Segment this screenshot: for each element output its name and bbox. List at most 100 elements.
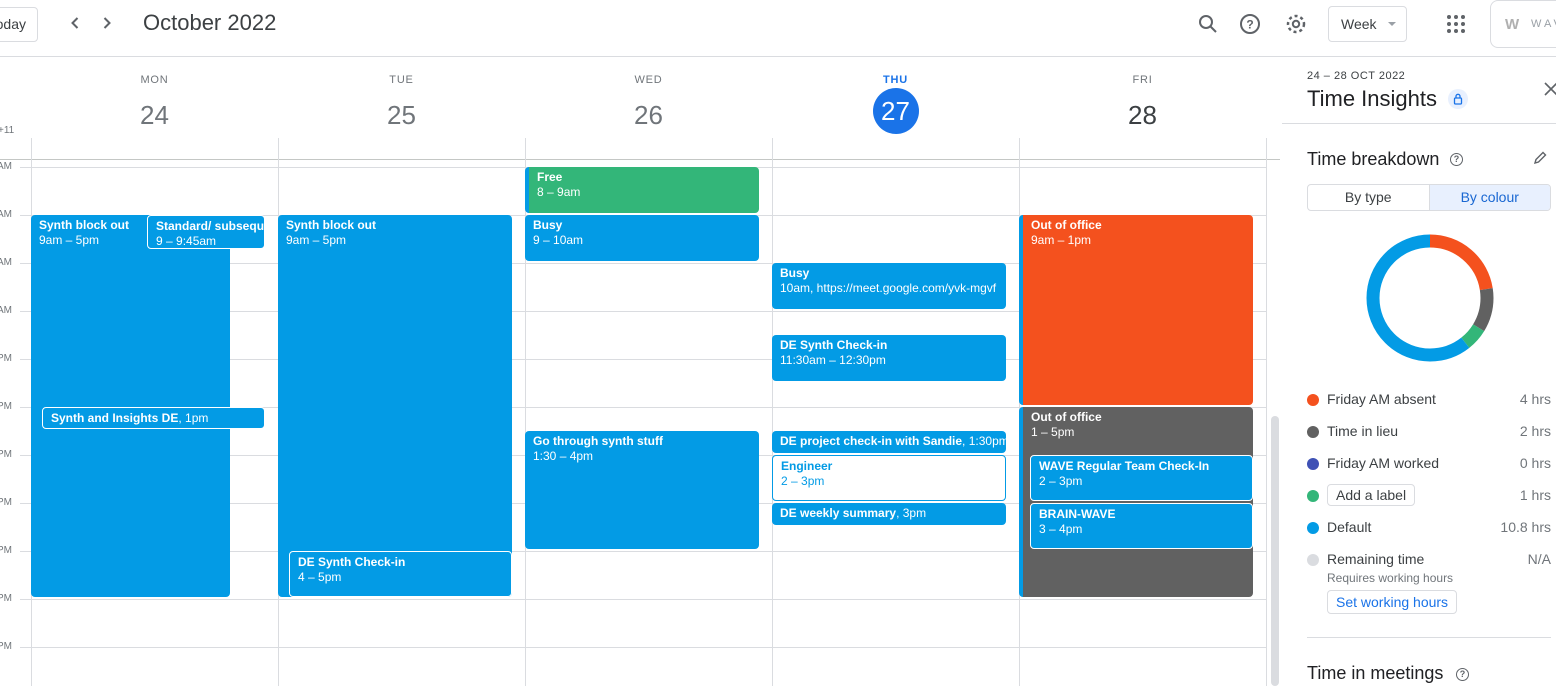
- event-title: Go through synth stuff: [533, 434, 663, 448]
- event-title: WAVE Regular Team Check-In: [1039, 459, 1210, 473]
- remaining-time-note: Requires working hours: [1327, 571, 1454, 585]
- calendar-event[interactable]: Engineer 2 – 3pm: [772, 455, 1006, 501]
- edit-button[interactable]: [1532, 150, 1548, 170]
- time-in-meetings-title: Time in meetings: [1307, 663, 1444, 683]
- event-title: Busy: [780, 266, 810, 280]
- legend-remaining-time: Remaining time N/A: [1307, 548, 1551, 572]
- week-grid[interactable]: AM AM AM AM PM PM PM PM PM PM PM Synth block out 9am…: [0, 138, 1280, 686]
- prev-week-button[interactable]: [63, 11, 87, 35]
- svg-text:?: ?: [1246, 18, 1253, 32]
- legend-dot: [1307, 554, 1319, 566]
- hour-label: PM: [0, 497, 12, 508]
- calendar-event[interactable]: Synth block out 9am – 5pm: [278, 215, 512, 597]
- legend-row: Friday AM worked 0 hrs: [1307, 452, 1551, 476]
- hour-label: AM: [0, 305, 12, 316]
- day-header-fri[interactable]: FRI 28: [1019, 58, 1266, 138]
- all-day-divider: [0, 159, 1280, 160]
- set-working-hours-button[interactable]: Set working hours: [1327, 590, 1458, 614]
- legend-value: 4 hrs: [1519, 391, 1551, 407]
- event-separator: ,: [962, 434, 969, 448]
- calendar-event[interactable]: BRAIN-WAVE 3 – 4pm: [1030, 503, 1253, 549]
- calendar-event[interactable]: Go through synth stuff 1:30 – 4pm: [525, 431, 759, 549]
- day-number[interactable]: 25: [278, 92, 525, 138]
- calendar-event[interactable]: DE Synth Check-in 4 – 5pm: [289, 551, 512, 597]
- event-title: DE project check-in with Sandie: [780, 434, 963, 448]
- legend-dot: [1307, 490, 1319, 502]
- view-selector[interactable]: Week: [1328, 6, 1407, 42]
- event-separator: ,: [896, 506, 903, 520]
- add-label-button[interactable]: Add a label: [1327, 484, 1416, 506]
- event-time: 1:30 – 4pm: [533, 449, 594, 463]
- day-number[interactable]: 27: [872, 88, 919, 134]
- insights-title: Time Insights: [1307, 86, 1438, 111]
- hour-label: AM: [0, 161, 12, 172]
- day-of-week: MON: [140, 74, 169, 86]
- tab-by-type[interactable]: By type: [1308, 185, 1429, 210]
- calendar-event[interactable]: Synth block out 9am – 5pm: [31, 215, 230, 597]
- day-number[interactable]: 26: [525, 92, 772, 138]
- event-title: DE Synth Check-in: [780, 338, 888, 352]
- search-button[interactable]: [1196, 12, 1220, 36]
- next-week-button[interactable]: [95, 11, 119, 35]
- column-divider: [772, 138, 773, 686]
- hour-label: PM: [0, 641, 12, 652]
- calendar-event[interactable]: DE project check-in with Sandie, 1:30pm: [772, 431, 1006, 453]
- day-header-wed[interactable]: WED 26: [525, 58, 772, 138]
- day-header-mon[interactable]: MON 24: [31, 58, 278, 138]
- event-time: 3pm: [902, 506, 927, 520]
- calendar-event[interactable]: Free 8 – 9am: [525, 167, 759, 213]
- account-brand-button[interactable]: W WAVE: [1490, 0, 1556, 48]
- event-time: 3 – 4pm: [1039, 522, 1083, 536]
- calendar-event[interactable]: DE Synth Check-in 11:30am – 12:30pm: [772, 335, 1006, 381]
- today-button[interactable]: Today: [0, 7, 38, 42]
- help-icon[interactable]: ?: [1456, 668, 1469, 681]
- event-title: Standard/ subsequent: [156, 219, 265, 233]
- day-number[interactable]: 28: [1019, 92, 1266, 138]
- legend-label: Friday AM absent: [1327, 391, 1436, 407]
- calendar-event[interactable]: Synth and Insights DE, 1pm: [42, 407, 265, 429]
- hour-label: PM: [0, 401, 12, 412]
- day-of-week: TUE: [389, 74, 414, 86]
- hour-label: PM: [0, 353, 12, 364]
- legend-label: Default: [1327, 519, 1372, 535]
- calendar-event[interactable]: DE weekly summary, 3pm: [772, 503, 1006, 525]
- event-time: 1:30pm: [968, 434, 1006, 448]
- event-time: 10am, https://meet.google.com/yvk-mgvf: [780, 281, 997, 295]
- timezone-label: +11: [0, 125, 15, 136]
- event-time: 9am – 5pm: [286, 233, 347, 247]
- event-title: DE Synth Check-in: [298, 555, 406, 569]
- day-header-thu[interactable]: THU 27: [772, 58, 1019, 134]
- hour-label: PM: [0, 545, 12, 556]
- event-title: BRAIN-WAVE: [1039, 507, 1116, 521]
- event-title: Out of office: [1031, 410, 1102, 424]
- apps-grid-icon[interactable]: [1447, 15, 1465, 33]
- legend-row: Default 10.8 hrs: [1307, 516, 1551, 540]
- calendar-event[interactable]: Out of office 1 – 5pm: [1019, 407, 1253, 597]
- event-title: Busy: [533, 218, 563, 232]
- legend-value: 10.8 hrs: [1500, 519, 1551, 535]
- grid-scrollbar[interactable]: [1271, 416, 1279, 686]
- event-time: 4 – 5pm: [298, 570, 342, 584]
- calendar-event[interactable]: Busy 9 – 10am: [525, 215, 759, 261]
- calendar-event[interactable]: WAVE Regular Team Check-In 2 – 3pm: [1030, 455, 1253, 501]
- event-separator: ,: [178, 411, 186, 425]
- tab-by-colour[interactable]: By colour: [1428, 185, 1550, 210]
- day-header-tue[interactable]: TUE 25: [278, 58, 525, 138]
- time-breakdown-donut: [1366, 234, 1494, 362]
- time-insights-panel: 24 – 28 OCT 2022 Time Insights Time brea…: [1282, 57, 1556, 686]
- day-of-week: THU: [882, 74, 908, 86]
- close-panel-button[interactable]: [1544, 79, 1556, 102]
- settings-button[interactable]: [1284, 12, 1308, 36]
- divider: [1307, 637, 1551, 638]
- calendar-event[interactable]: Busy 10am, https://meet.google.com/yvk-mg…: [772, 263, 1006, 309]
- calendar-event[interactable]: Out of office 9am – 1pm: [1019, 215, 1253, 405]
- day-number[interactable]: 24: [31, 92, 278, 138]
- help-icon[interactable]: ?: [1450, 153, 1463, 166]
- calendar-event[interactable]: Standard/ subsequent9 – 9:45am: [147, 215, 265, 249]
- dropdown-caret-icon: [1388, 22, 1396, 26]
- event-title: DE weekly summary: [780, 506, 897, 520]
- event-title: Synth and Insights DE: [51, 411, 179, 425]
- legend-value: 2 hrs: [1519, 423, 1551, 439]
- help-button[interactable]: ?: [1238, 12, 1262, 36]
- legend-value: 1 hrs: [1519, 487, 1551, 503]
